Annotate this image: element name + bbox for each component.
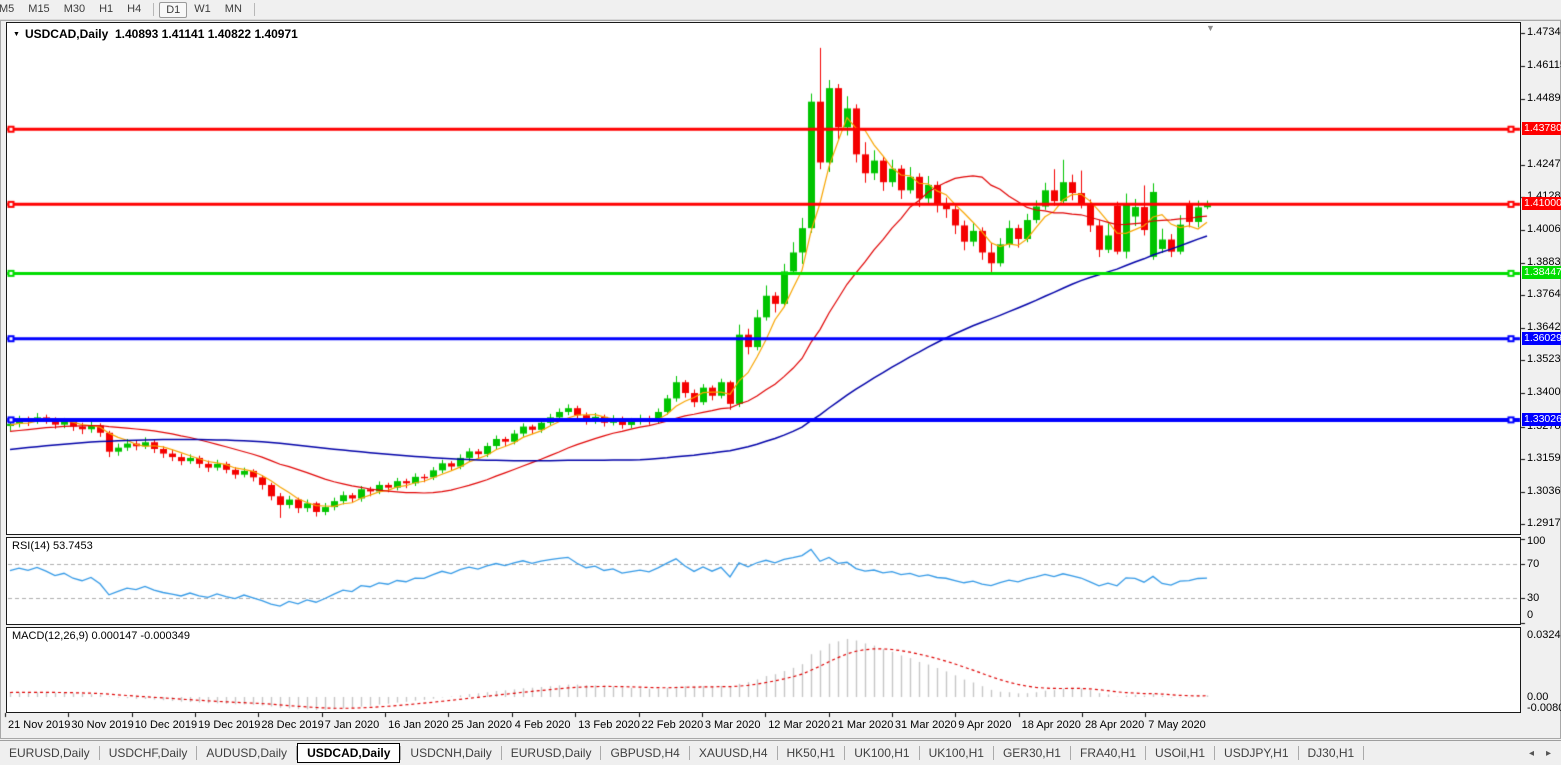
price-axis-label: 1.42475 (1527, 158, 1561, 170)
date-axis-label: 18 Apr 2020 (1022, 719, 1081, 731)
chevron-down-icon[interactable]: ▼ (13, 31, 20, 38)
rsi-indicator-label: RSI(14) 53.7453 (12, 540, 93, 552)
date-axis-label: 9 Apr 2020 (958, 719, 1011, 731)
chart-tab-dj30-h1[interactable]: DJ30,H1 (1299, 743, 1364, 763)
hline-price-badge: 1.41000 (1522, 197, 1561, 210)
chart-tab-hk50-h1[interactable]: HK50,H1 (778, 743, 845, 763)
macd-axis-label: 0.032493 (1527, 629, 1561, 641)
chart-symbol: USDCAD,Daily (25, 27, 108, 41)
price-axis-label: 1.35230 (1527, 353, 1561, 365)
date-axis-label: 25 Jan 2020 (451, 719, 512, 731)
chart-tab-uk100-h1[interactable]: UK100,H1 (845, 743, 918, 763)
price-axis-label: 1.37645 (1527, 288, 1561, 300)
tab-separator (1363, 746, 1364, 760)
chart-title: ▼ USDCAD,Daily 1.40893 1.41141 1.40822 1.… (13, 27, 298, 41)
macd-indicator-label: MACD(12,26,9) 0.000147 -0.000349 (12, 630, 190, 642)
rsi-axis-label: 30 (1527, 592, 1539, 604)
hline-price-badge: 1.36029 (1522, 332, 1561, 345)
chart-tab-bar: EURUSD,DailyUSDCHF,DailyAUDUSD,DailyUSDC… (0, 740, 1561, 765)
chart-tab-usoil-h1[interactable]: USOil,H1 (1146, 743, 1214, 763)
hline-price-badge: 1.38447 (1522, 266, 1561, 279)
chart-tab-audusd-daily[interactable]: AUDUSD,Daily (197, 743, 296, 763)
macd-axis-label: -0.00808 (1527, 702, 1561, 714)
chart-tab-usdcnh-daily[interactable]: USDCNH,Daily (401, 743, 500, 763)
price-axis-label: 1.30365 (1527, 485, 1561, 497)
date-axis-label: 12 Mar 2020 (768, 719, 830, 731)
date-axis-label: 30 Nov 2019 (71, 719, 133, 731)
price-axis-label: 1.46115 (1527, 59, 1561, 71)
chart-tab-usdcad-daily[interactable]: USDCAD,Daily (297, 743, 400, 763)
date-axis-label: 31 Mar 2020 (895, 719, 957, 731)
chart-shift-marker-icon: ▼ (1206, 23, 1215, 33)
rsi-axis-label: 0 (1527, 609, 1533, 621)
date-axis-label: 10 Dec 2019 (135, 719, 197, 731)
date-axis-label: 7 Jan 2020 (325, 719, 379, 731)
date-axis-label: 28 Dec 2019 (261, 719, 323, 731)
chart-tab-usdjpy-h1[interactable]: USDJPY,H1 (1215, 743, 1297, 763)
date-axis-label: 13 Feb 2020 (578, 719, 640, 731)
tab-scroll-nav: ◂▸ (1529, 748, 1561, 759)
toolbar-separator (153, 3, 154, 16)
timeframe-button-m5[interactable]: M5 (0, 1, 21, 18)
chart-ohlc-values: 1.40893 1.41141 1.40822 1.40971 (115, 27, 298, 41)
hline-price-badge: 1.43780 (1522, 122, 1561, 135)
tab-scroll-left-icon[interactable]: ◂ (1529, 748, 1534, 759)
macd-axis-label: 0.00 (1527, 691, 1548, 703)
hline-price-badge: 1.33026 (1522, 413, 1561, 426)
toolbar-separator (254, 3, 255, 16)
timeframe-button-w1[interactable]: W1 (187, 1, 218, 18)
date-axis-label: 28 Apr 2020 (1085, 719, 1144, 731)
rsi-axis-label: 100 (1527, 535, 1545, 547)
rsi-axis-label: 70 (1527, 558, 1539, 570)
chart-tab-eurusd-daily[interactable]: EURUSD,Daily (502, 743, 601, 763)
date-axis-label: 19 Dec 2019 (198, 719, 260, 731)
timeframe-button-d1[interactable]: D1 (159, 2, 187, 18)
chart-tab-fra40-h1[interactable]: FRA40,H1 (1071, 743, 1145, 763)
chart-tab-eurusd-daily[interactable]: EURUSD,Daily (0, 743, 99, 763)
chart-tab-xauusd-h4[interactable]: XAUUSD,H4 (690, 743, 777, 763)
timeframe-toolbar: M5M15M30H1H4 D1W1MN (0, 0, 1561, 20)
mt4-terminal: { "toolbar": { "timeframes": ["M5","M15"… (0, 0, 1561, 764)
timeframe-button-mn[interactable]: MN (218, 1, 249, 18)
chart-tab-uk100-h1[interactable]: UK100,H1 (920, 743, 993, 763)
price-axis-label: 1.31590 (1527, 452, 1561, 464)
price-axis-label: 1.47340 (1527, 26, 1561, 38)
price-axis-label: 1.40060 (1527, 223, 1561, 235)
date-axis-label: 16 Jan 2020 (388, 719, 449, 731)
date-axis-label: 21 Mar 2020 (832, 719, 894, 731)
price-axis-label: 1.34005 (1527, 386, 1561, 398)
chart-canvas[interactable] (0, 0, 1561, 764)
chart-tab-ger30-h1[interactable]: GER30,H1 (994, 743, 1070, 763)
timeframe-button-h1[interactable]: H1 (92, 1, 120, 18)
date-axis-label: 7 May 2020 (1148, 719, 1205, 731)
tab-scroll-right-icon[interactable]: ▸ (1546, 748, 1551, 759)
price-axis-label: 1.44890 (1527, 92, 1561, 104)
timeframe-button-m30[interactable]: M30 (57, 1, 92, 18)
date-axis-label: 21 Nov 2019 (8, 719, 70, 731)
chart-tab-usdchf-daily[interactable]: USDCHF,Daily (100, 743, 197, 763)
timeframe-button-m15[interactable]: M15 (21, 1, 56, 18)
price-axis-label: 1.29175 (1527, 517, 1561, 529)
date-axis-label: 4 Feb 2020 (515, 719, 571, 731)
date-axis-label: 3 Mar 2020 (705, 719, 761, 731)
timeframe-button-h4[interactable]: H4 (120, 1, 148, 18)
chart-tab-gbpusd-h4[interactable]: GBPUSD,H4 (601, 743, 688, 763)
date-axis-label: 22 Feb 2020 (642, 719, 704, 731)
